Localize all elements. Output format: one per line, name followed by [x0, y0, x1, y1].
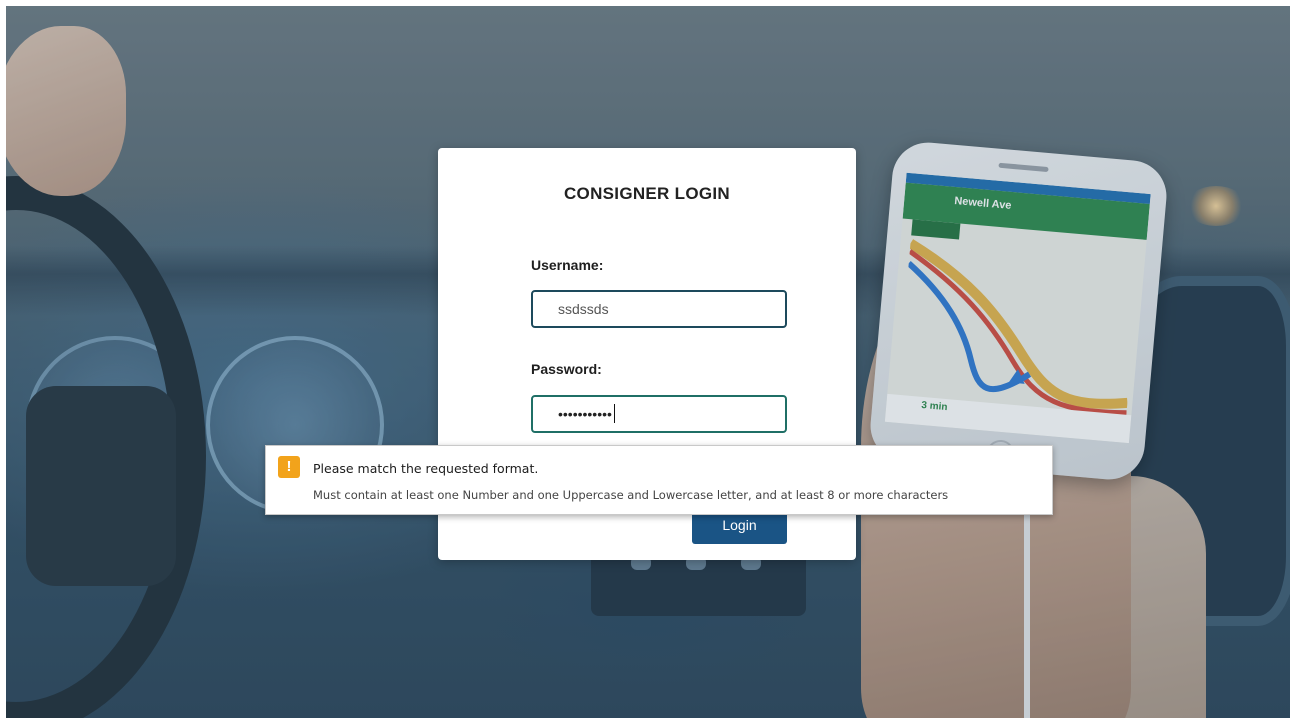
username-input[interactable]: [531, 290, 787, 328]
validation-detail: Must contain at least one Number and one…: [313, 488, 949, 502]
tooltip-arrow: [533, 435, 553, 445]
password-label: Password:: [531, 361, 602, 377]
warning-icon: !: [278, 456, 300, 478]
username-label: Username:: [531, 257, 604, 273]
validation-message: Please match the requested format.: [313, 461, 539, 476]
validation-tooltip: ! Please match the requested format. Mus…: [265, 445, 1053, 515]
text-cursor: [614, 404, 615, 423]
page-title: CONSIGNER LOGIN: [563, 184, 730, 203]
password-input[interactable]: [531, 395, 787, 433]
